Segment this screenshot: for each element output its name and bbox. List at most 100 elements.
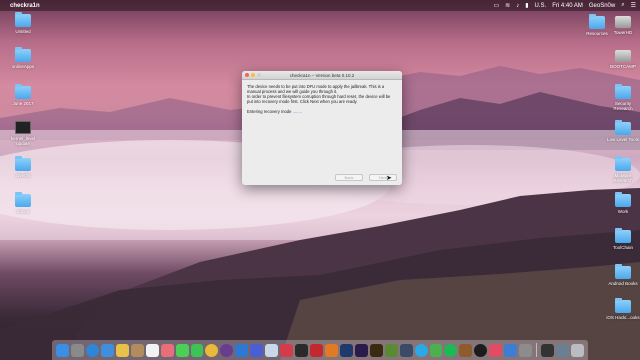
status-line: Entering recovery mode ........ bbox=[247, 109, 397, 114]
notes-icon[interactable] bbox=[115, 343, 129, 357]
desktop-item[interactable]: onlineApps bbox=[6, 47, 40, 69]
launchpad-icon[interactable] bbox=[71, 343, 84, 357]
desktop-item-label: BOOTCAMP bbox=[610, 64, 636, 69]
sublime-icon[interactable] bbox=[324, 343, 338, 357]
active-app-name[interactable]: checkra1n bbox=[10, 3, 40, 9]
desktop-item[interactable]: iOS Hacki...ooks bbox=[606, 298, 640, 320]
trash-icon[interactable] bbox=[570, 343, 584, 357]
desktop-item-label: iOS Hacki...ooks bbox=[606, 315, 640, 320]
cydia-icon[interactable] bbox=[459, 343, 473, 357]
desktop-item[interactable]: Malware Research bbox=[606, 156, 640, 183]
messages-icon[interactable] bbox=[175, 343, 189, 357]
control-strip-icon[interactable]: ▭ bbox=[494, 2, 500, 9]
desktop-item[interactable]: Android Books bbox=[606, 264, 640, 286]
activity-monitor-icon[interactable] bbox=[541, 343, 555, 357]
spotify-icon[interactable] bbox=[444, 343, 458, 357]
window-titlebar[interactable]: checkra1n – Version beta 0.10.2 bbox=[242, 71, 402, 80]
music-icon[interactable] bbox=[489, 343, 503, 357]
steam-icon[interactable] bbox=[399, 343, 413, 357]
checkra1n-window: checkra1n – Version beta 0.10.2 The devi… bbox=[242, 71, 402, 185]
desktop-item-label: June 2017 bbox=[12, 101, 34, 106]
dock-separator bbox=[536, 343, 538, 357]
desktop-item[interactable]: ToolChain bbox=[606, 228, 640, 250]
folder-icon bbox=[615, 228, 631, 243]
evernote-icon[interactable] bbox=[429, 343, 443, 357]
facetime-icon[interactable] bbox=[190, 343, 204, 357]
apple-configurator-icon[interactable] bbox=[504, 343, 518, 357]
terminal-file-icon bbox=[15, 121, 31, 134]
desktop-item[interactable]: Work bbox=[606, 192, 640, 214]
desktop-item-label: Security Research bbox=[613, 101, 633, 111]
desktop-item-label: kernel_level update bbox=[10, 136, 35, 146]
volume-icon[interactable]: ♪ bbox=[516, 3, 519, 9]
illustrator-icon[interactable] bbox=[369, 343, 383, 357]
desktop-item-label: Android Books bbox=[608, 281, 638, 286]
desktop-item-label: iCloud bbox=[16, 209, 30, 214]
user-name[interactable]: GeoSn0w bbox=[589, 3, 615, 9]
desktop-item-label: Untitled bbox=[15, 29, 31, 34]
desktop-item-label: Malware Research bbox=[613, 173, 633, 183]
desktop-item[interactable]: kernel_level update bbox=[6, 121, 40, 146]
desktop-item[interactable]: iCloud bbox=[6, 192, 40, 214]
minecraft-icon[interactable] bbox=[384, 343, 398, 357]
back-button[interactable]: Back bbox=[335, 174, 363, 181]
skype-icon[interactable] bbox=[414, 343, 428, 357]
wifi-icon[interactable]: ≋ bbox=[505, 2, 510, 9]
spotlight-icon[interactable]: ⌕ bbox=[621, 2, 624, 9]
preview-icon[interactable] bbox=[265, 343, 279, 357]
desktop-item[interactable]: BOOTCAMP bbox=[606, 50, 640, 69]
menu-bar: checkra1n ▭ ≋ ♪ ▮ U.S. Fri 4:40 AM GeoSn… bbox=[0, 0, 640, 11]
window-title: checkra1n – Version beta 0.10.2 bbox=[289, 72, 355, 78]
drive-icon bbox=[615, 16, 631, 28]
checkra1n-icon[interactable] bbox=[474, 343, 488, 357]
folder-icon bbox=[15, 12, 31, 27]
desktop-item-label: Resources bbox=[586, 31, 608, 36]
finder-icon[interactable] bbox=[56, 343, 70, 357]
premiere-icon[interactable] bbox=[354, 343, 368, 357]
desktop-item[interactable]: Untitled bbox=[6, 12, 40, 34]
status-text: Entering recovery mode bbox=[247, 109, 292, 114]
terminal-icon[interactable] bbox=[295, 343, 309, 357]
dock bbox=[52, 340, 588, 360]
safari-icon[interactable] bbox=[85, 343, 99, 357]
app-store-icon[interactable] bbox=[250, 343, 264, 357]
mail-icon[interactable] bbox=[100, 343, 114, 357]
status-area: ▭ ≋ ♪ ▮ U.S. Fri 4:40 AM GeoSn0w ⌕ ☰ bbox=[494, 2, 637, 9]
desktop-item[interactable]: Low Level Tools bbox=[606, 120, 640, 142]
desktop-item[interactable]: TowerHD bbox=[606, 16, 640, 35]
contacts-icon[interactable] bbox=[130, 343, 144, 357]
xcode-icon[interactable] bbox=[235, 343, 249, 357]
photoshop-icon[interactable] bbox=[339, 343, 353, 357]
progress-dots: ........ bbox=[292, 109, 302, 114]
folder-icon bbox=[615, 264, 631, 279]
notification-center-icon[interactable]: ☰ bbox=[631, 2, 636, 9]
mouse-pointer-icon: ➤ bbox=[386, 175, 392, 182]
dialog-body: The device needs to be put into DFU mode… bbox=[242, 80, 402, 118]
photo-booth-icon[interactable] bbox=[280, 343, 294, 357]
drive-icon bbox=[615, 50, 631, 62]
github-icon[interactable] bbox=[220, 343, 234, 357]
desktop-item-label: Work bbox=[617, 209, 629, 214]
desktop-item-label: Low Level Tools bbox=[607, 137, 639, 142]
desktop-item[interactable]: Overfl0 bbox=[6, 156, 40, 178]
downloads-icon[interactable] bbox=[556, 343, 569, 357]
photos-icon[interactable] bbox=[160, 343, 174, 357]
folder-icon bbox=[615, 192, 631, 207]
desktop-item[interactable]: Security Research bbox=[606, 84, 640, 111]
clock[interactable]: Fri 4:40 AM bbox=[552, 3, 583, 9]
battery-icon[interactable]: ▮ bbox=[525, 2, 528, 9]
folder-icon bbox=[589, 14, 605, 29]
desktop-item[interactable]: June 2017 bbox=[6, 84, 40, 106]
input-locale[interactable]: U.S. bbox=[535, 3, 547, 9]
calendar-icon[interactable] bbox=[145, 343, 159, 357]
next-button[interactable]: Next bbox=[369, 174, 397, 181]
acrobat-icon[interactable] bbox=[310, 343, 323, 357]
chrome-icon[interactable] bbox=[205, 343, 219, 357]
system-preferences-icon[interactable] bbox=[519, 343, 533, 357]
desktop-item-label: TowerHD bbox=[613, 30, 633, 35]
folder-icon bbox=[615, 84, 631, 99]
folder-icon bbox=[615, 120, 631, 135]
folder-icon bbox=[15, 192, 31, 207]
desktop-item-label: ToolChain bbox=[612, 245, 633, 250]
instruction-text: The device needs to be put into DFU mode… bbox=[247, 84, 385, 94]
